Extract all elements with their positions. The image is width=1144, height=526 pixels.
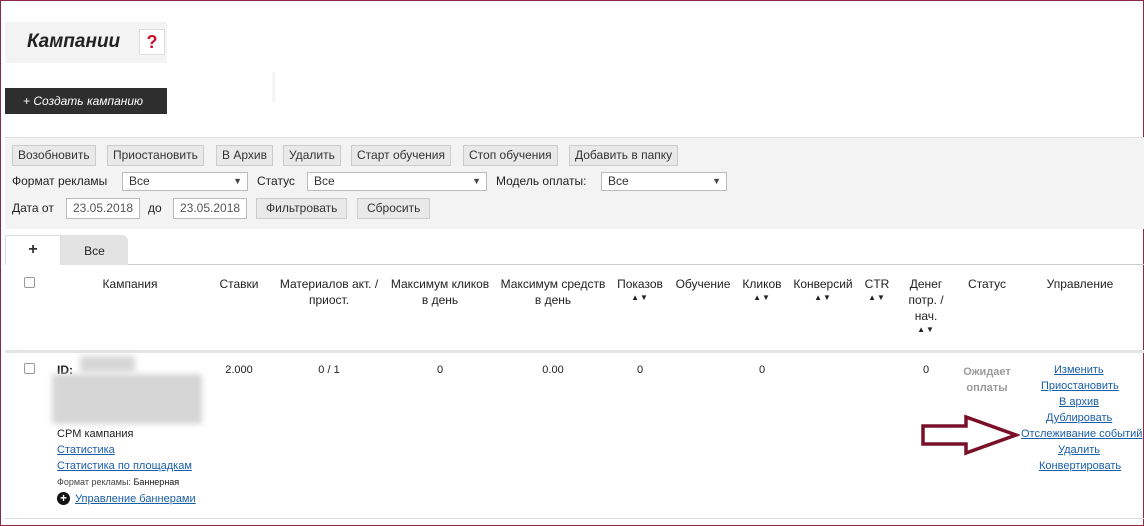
format-select-value: Все: [129, 174, 150, 188]
plus-circle-icon: +: [57, 492, 70, 505]
column-materials: Материалов акт. / приост.: [279, 277, 379, 307]
column-conversions-label: Конверсий: [793, 277, 853, 291]
chevron-down-icon: ▼: [712, 176, 721, 186]
site-statistics-link[interactable]: Статистика по площадкам: [57, 460, 192, 472]
right-arrow-icon: [921, 414, 1020, 456]
convert-link[interactable]: Конвертировать: [1039, 460, 1121, 472]
payment-label: Модель оплаты:: [496, 174, 587, 188]
start-training-button[interactable]: Старт обучения: [351, 145, 451, 166]
column-status: Статус: [968, 277, 1006, 291]
date-to-input[interactable]: 23.05.2018: [173, 198, 247, 219]
format-select[interactable]: Все ▼: [122, 172, 248, 191]
column-management: Управление: [1046, 277, 1114, 291]
cell-bids: 2.000: [225, 364, 253, 376]
date-from-input[interactable]: 23.05.2018: [66, 198, 140, 219]
ad-format-value: Баннерная: [133, 477, 180, 487]
duplicate-link[interactable]: Дублировать: [1046, 412, 1112, 424]
cell-money: 0: [922, 364, 930, 376]
date-to-label: до: [148, 201, 162, 215]
column-impressions[interactable]: Показов ▲▼: [612, 276, 668, 304]
column-ctr-label: CTR: [864, 277, 890, 291]
column-ctr[interactable]: CTR ▲▼: [858, 276, 896, 304]
page-header: Кампании ?: [5, 22, 167, 63]
statistics-link[interactable]: Статистика: [57, 444, 115, 456]
tab-all[interactable]: Все: [61, 235, 128, 265]
column-money[interactable]: Денег потр. / нач. ▲▼: [902, 276, 950, 336]
sort-icon[interactable]: ▲▼: [858, 292, 896, 304]
edit-link[interactable]: Изменить: [1054, 364, 1104, 376]
manage-banners[interactable]: + Управление баннерами: [57, 492, 196, 505]
status-select-value: Все: [314, 174, 335, 188]
add-to-folder-button[interactable]: Добавить в папку: [569, 145, 679, 166]
column-max-clicks: Максимум кликов в день: [390, 277, 490, 307]
cell-impressions: 0: [636, 364, 644, 376]
format-label: Формат рекламы: [12, 174, 108, 188]
column-clicks[interactable]: Кликов ▲▼: [738, 276, 786, 304]
status-select[interactable]: Все ▼: [307, 172, 487, 191]
row-checkbox[interactable]: [24, 363, 35, 374]
column-conversions[interactable]: Конверсий ▲▼: [790, 276, 856, 304]
stop-training-button[interactable]: Стоп обучения: [463, 145, 558, 166]
campaign-type: CPM кампания: [57, 428, 134, 440]
sort-icon[interactable]: ▲▼: [902, 324, 950, 336]
column-bids: Ставки: [219, 277, 259, 291]
redacted-campaign-name: [52, 374, 202, 424]
divider: [272, 72, 275, 102]
column-clicks-label: Кликов: [742, 277, 782, 291]
cell-max-clicks: 0: [436, 364, 444, 376]
tab-bar: + Все: [5, 235, 1144, 265]
header-divider: [5, 350, 1144, 353]
pause-button[interactable]: Приостановить: [107, 145, 204, 166]
delete-button[interactable]: Удалить: [283, 145, 341, 166]
cell-materials: 0 / 1: [318, 364, 340, 376]
cell-clicks: 0: [758, 364, 766, 376]
status-badge: Ожидает оплаты: [963, 366, 1011, 394]
chevron-down-icon: ▼: [233, 176, 242, 186]
help-button[interactable]: ?: [139, 29, 165, 55]
column-money-label: Денег потр. / нач.: [908, 277, 944, 323]
create-campaign-button[interactable]: + Создать кампанию: [5, 88, 167, 114]
status-label: Статус: [257, 174, 295, 188]
pause-link[interactable]: Приостановить: [1041, 380, 1119, 392]
manage-banners-link[interactable]: Управление баннерами: [75, 493, 196, 505]
ad-format-label: Формат рекламы:: [57, 477, 131, 487]
ad-format-info: Формат рекламы: Баннерная: [57, 477, 179, 487]
column-impressions-label: Показов: [617, 277, 663, 291]
add-tab-button[interactable]: +: [5, 235, 61, 265]
page-title: Кампании: [27, 31, 121, 52]
filter-button[interactable]: Фильтровать: [256, 198, 348, 219]
sort-icon[interactable]: ▲▼: [738, 292, 786, 304]
archive-link[interactable]: В архив: [1059, 396, 1099, 408]
chevron-down-icon: ▼: [472, 176, 481, 186]
sort-icon[interactable]: ▲▼: [790, 292, 856, 304]
resume-button[interactable]: Возобновить: [12, 145, 96, 166]
table-bottom-border: [5, 518, 1144, 519]
payment-select[interactable]: Все ▼: [601, 172, 727, 191]
select-all-checkbox[interactable]: [24, 277, 35, 288]
column-campaign: Кампания: [102, 277, 158, 291]
delete-link[interactable]: Удалить: [1058, 444, 1100, 456]
sort-icon[interactable]: ▲▼: [612, 292, 668, 304]
reset-button[interactable]: Сбросить: [357, 198, 431, 219]
payment-select-value: Все: [608, 174, 629, 188]
column-training: Обучение: [675, 277, 731, 291]
filter-panel: Возобновить Приостановить В Архив Удалит…: [5, 137, 1144, 229]
column-max-funds: Максимум средств в день: [500, 277, 606, 307]
redacted-id: [80, 356, 135, 372]
cell-max-funds: 0.00: [542, 364, 564, 376]
archive-button[interactable]: В Архив: [216, 145, 273, 166]
date-from-label: Дата от: [12, 201, 54, 215]
event-tracking-link[interactable]: Отслеживание событий: [1021, 428, 1142, 440]
